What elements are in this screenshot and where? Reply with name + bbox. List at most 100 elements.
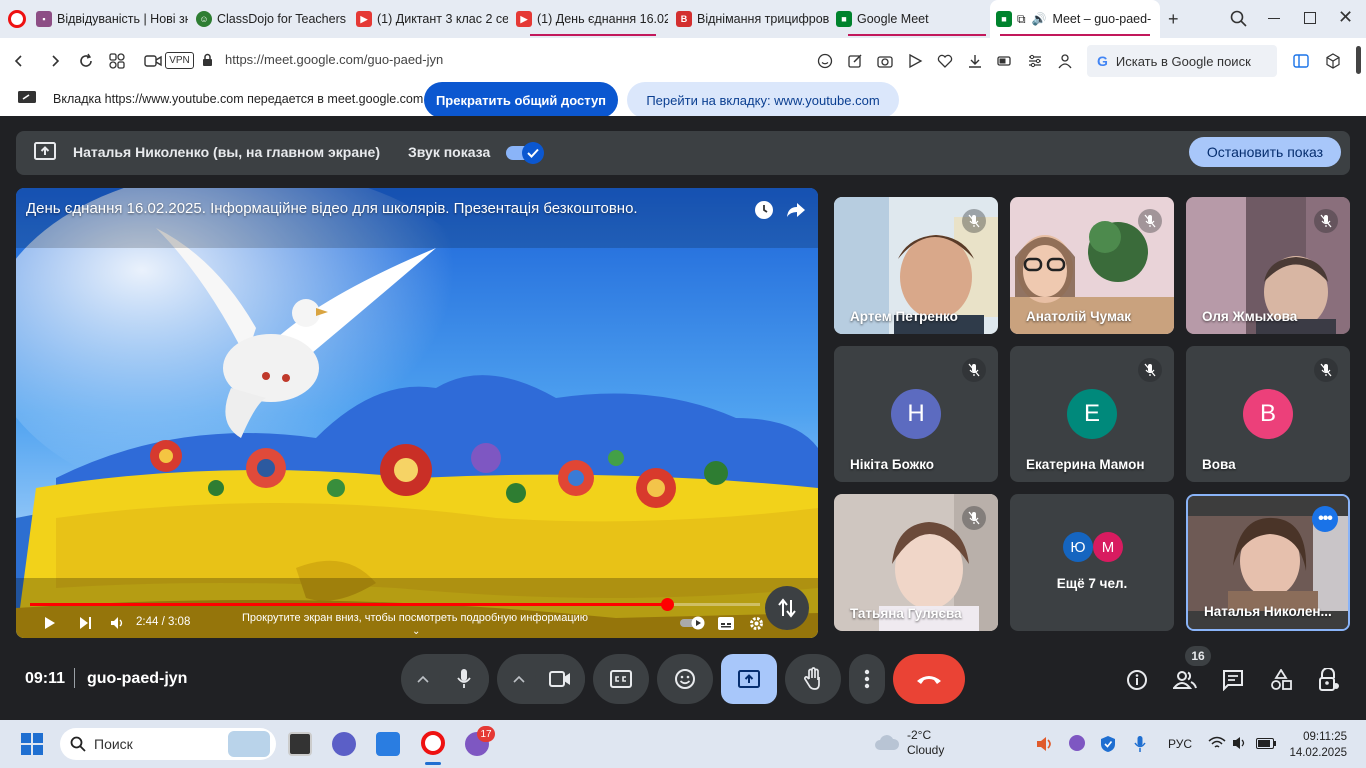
speed-dial-icon[interactable] (106, 50, 128, 72)
stop-presenting-button[interactable]: Остановить показ (1189, 137, 1341, 167)
sidebar-icon[interactable] (1292, 52, 1310, 70)
settings-gear-icon[interactable] (749, 616, 764, 631)
forward-icon[interactable] (44, 50, 66, 72)
camera-indicator-icon[interactable] (142, 50, 164, 72)
raise-hand-button[interactable] (785, 654, 841, 704)
participant-tile[interactable]: Анатолій Чумак (1010, 197, 1174, 334)
emoji-icon (675, 669, 695, 689)
volume-icon[interactable] (110, 616, 126, 630)
tab-meet-active[interactable]: ■ ⧉ 🔊 Meet – guo-paed- (990, 0, 1160, 38)
swap-layout-button[interactable] (765, 586, 809, 630)
snapshot-icon[interactable] (876, 52, 894, 70)
tab-google-meet[interactable]: ■ Google Meet (836, 0, 988, 38)
google-search-field[interactable]: G Искать в Google поиск (1087, 45, 1277, 77)
minimize-icon[interactable] (1268, 18, 1280, 19)
classdojo-icon: ☺ (196, 11, 212, 27)
present-button[interactable] (721, 654, 777, 704)
chevron-down-icon: ⌄ (412, 626, 421, 637)
tab-subtraction[interactable]: B Віднімання трицифрові (676, 0, 830, 38)
more-options-button[interactable] (849, 654, 885, 704)
autoplay-toggle-icon[interactable] (680, 616, 706, 630)
tab-classdojo[interactable]: ☺ ClassDojo for Teachers (196, 0, 352, 38)
tab-group-underline (530, 34, 656, 36)
windows-start-icon[interactable] (21, 733, 43, 755)
more-options-icon[interactable]: ••• (1312, 506, 1338, 532)
speaker-muted-icon[interactable] (1036, 736, 1054, 752)
watch-later-icon[interactable] (754, 200, 774, 220)
next-icon[interactable] (79, 616, 92, 630)
opera-taskbar-icon[interactable] (421, 731, 445, 755)
opera-logo-icon[interactable] (8, 10, 26, 28)
reload-icon[interactable] (75, 50, 97, 72)
tab-unity-day[interactable]: ▶ (1) День єднання 16.02.2 (516, 0, 668, 38)
captions-button[interactable] (593, 654, 649, 704)
taskbar-search[interactable]: Поиск (60, 728, 276, 760)
participant-tile[interactable]: Оля Жмыхова (1186, 197, 1350, 334)
shared-video[interactable]: День єднання 16.02.2025. Інформаційне ві… (16, 188, 818, 638)
viber-tray-icon[interactable] (1069, 735, 1085, 751)
camera-button[interactable] (535, 654, 585, 704)
participant-tile[interactable]: В Вова (1186, 346, 1350, 482)
chat-app-icon[interactable] (332, 732, 356, 756)
sound-toggle[interactable] (506, 142, 544, 164)
video-progress-handle[interactable] (660, 598, 674, 611)
participant-tile[interactable]: Артем Петренко (834, 197, 998, 334)
new-tab-icon[interactable]: + (1168, 9, 1179, 30)
activities-button[interactable] (1267, 666, 1295, 694)
back-icon[interactable] (8, 50, 30, 72)
download-icon[interactable] (966, 52, 984, 70)
more-participants-tile[interactable]: Ю М Ещё 7 чел. (1010, 494, 1174, 631)
people-button[interactable] (1171, 666, 1199, 694)
microphone-tray-icon[interactable] (1134, 735, 1146, 753)
subtitles-icon[interactable] (718, 617, 734, 630)
reactions-button[interactable] (657, 654, 713, 704)
stop-sharing-button[interactable]: Прекратить общий доступ (424, 82, 618, 118)
url-field[interactable]: https://meet.google.com/guo-paed-jyn (225, 52, 443, 67)
wifi-icon[interactable] (1208, 736, 1226, 750)
go-to-tab-button[interactable]: Перейти на вкладку: www.youtube.com (627, 82, 899, 118)
heart-icon[interactable] (936, 52, 954, 70)
avatar: М (1093, 532, 1123, 562)
battery-icon[interactable] (1256, 738, 1276, 749)
leave-call-button[interactable] (893, 654, 965, 704)
battery-saver-icon[interactable] (996, 52, 1014, 70)
address-bar: VPN https://meet.google.com/guo-paed-jyn… (0, 38, 1366, 84)
edit-icon[interactable] (846, 52, 864, 70)
weather-widget[interactable]: -2°C Cloudy (907, 728, 944, 758)
microphone-button[interactable] (439, 654, 489, 704)
system-clock[interactable]: 09:11:25 14.02.2025 (1285, 729, 1347, 761)
participant-tile[interactable]: Татьяна Гуляєва (834, 494, 998, 631)
tab-attendance[interactable]: ▪ Відвідуваність | Нові зна (36, 0, 188, 38)
emoji-icon[interactable] (816, 52, 834, 70)
self-tile[interactable]: ••• Наталья Николен... (1186, 494, 1350, 631)
profile-icon[interactable] (1056, 52, 1074, 70)
extensions-cube-icon[interactable] (1324, 52, 1342, 70)
close-window-icon[interactable]: ✕ (1338, 7, 1353, 28)
maximize-icon[interactable] (1304, 12, 1316, 24)
task-view-icon[interactable] (288, 732, 312, 756)
play-icon[interactable] (44, 616, 56, 630)
chat-button[interactable] (1219, 666, 1247, 694)
video-progress-track[interactable] (30, 598, 760, 611)
host-controls-button[interactable] (1315, 666, 1343, 694)
participant-tile[interactable]: Н Нікіта Божко (834, 346, 998, 482)
lock-icon[interactable] (202, 53, 213, 67)
input-language[interactable]: РУС (1168, 737, 1192, 751)
avatar: Е (1067, 389, 1117, 439)
scrollbar-handle[interactable] (1356, 46, 1361, 74)
security-shield-icon[interactable] (1100, 735, 1116, 753)
video-frame-illustration (16, 188, 818, 638)
search-icon (70, 736, 86, 752)
participant-tile[interactable]: Е Екатерина Мамон (1010, 346, 1174, 482)
store-icon[interactable] (376, 732, 400, 756)
tab-dictation[interactable]: ▶ (1) Диктант 3 клас 2 сем (356, 0, 508, 38)
share-icon[interactable] (786, 200, 806, 220)
mic-muted-icon (1314, 209, 1338, 233)
search-tabs-icon[interactable] (1230, 10, 1248, 28)
volume-tray-icon[interactable] (1232, 736, 1248, 750)
send-icon[interactable] (906, 52, 924, 70)
vpn-badge[interactable]: VPN (165, 52, 194, 69)
participant-name: Нікіта Божко (850, 457, 935, 472)
meeting-info-button[interactable] (1123, 666, 1151, 694)
easy-setup-icon[interactable] (1026, 52, 1044, 70)
